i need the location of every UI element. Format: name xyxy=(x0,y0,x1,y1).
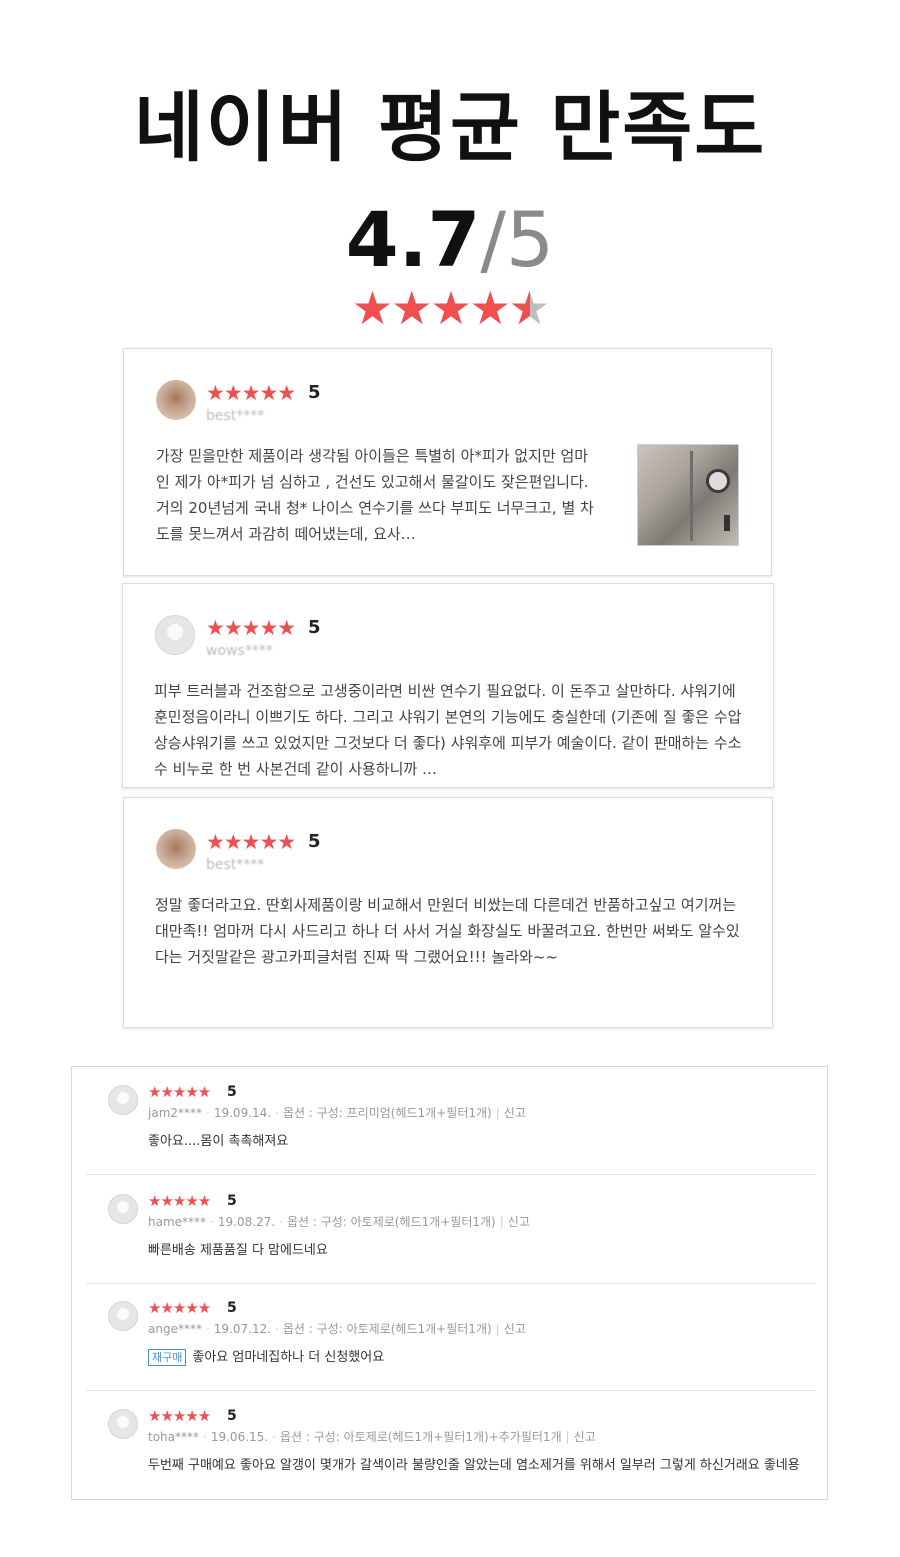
rating-value: 5 xyxy=(308,831,321,852)
star-rating-icon: ★★★★★ xyxy=(148,1083,211,1101)
score-max: /5 xyxy=(480,195,555,284)
avatar xyxy=(108,1301,138,1331)
review-text: 가장 믿을만한 제품이라 생각됨 아이들은 특별히 아*피가 없지만 엄마인 제… xyxy=(156,447,594,543)
star-rating-icon: ★★★★★ xyxy=(206,381,296,405)
star-rating-icon: ★★★★★ xyxy=(206,616,296,640)
report-link[interactable]: 신고 xyxy=(504,1106,526,1120)
report-link[interactable]: 신고 xyxy=(574,1430,596,1444)
review-text: 정말 좋더라고요. 딴회사제품이랑 비교해서 만원더 비쌌는데 다른데건 반품하… xyxy=(155,896,740,966)
review-text: 빠른배송 제품품질 다 맘에드네요 xyxy=(148,1243,328,1258)
average-star-rating: ★★★★★ xyxy=(0,282,900,334)
avatar xyxy=(108,1085,138,1115)
reviewer-name: best**** xyxy=(206,408,265,424)
page-title: 네이버 평균 만족도 xyxy=(133,83,767,172)
star-rating-icon: ★★★★★ xyxy=(148,1192,211,1210)
review-meta: ange**** · 19.07.12. · 옵션 : 구성: 아토제로(헤드1개+필터… xyxy=(148,1322,526,1336)
review-text: 좋아요....몸이 촉촉해져요 xyxy=(148,1134,289,1149)
star-rating-icon: ★★★★★ xyxy=(148,1407,211,1425)
avatar xyxy=(156,829,196,869)
report-link[interactable]: 신고 xyxy=(504,1322,526,1336)
avatar xyxy=(155,615,195,655)
review-date: 19.07.12. xyxy=(213,1322,272,1336)
review-list: ★★★★★ 5 jam2**** · 19.09.14. · 옵션 : 구성: 프리미엄… xyxy=(71,1066,828,1500)
average-score: 4.7/5 xyxy=(0,192,900,288)
review-text: 피부 트러블과 건조함으로 고생중이라면 비싼 연수기 필요없다. 이 돈주고 … xyxy=(154,682,742,778)
reviewer-name: hame**** xyxy=(148,1215,207,1229)
reviewer-name: best**** xyxy=(206,857,265,873)
avatar xyxy=(108,1409,138,1439)
featured-review-card[interactable]: ★★★★★ 5 best**** 정말 좋더라고요. 딴회사제품이랑 비교해서 … xyxy=(123,797,773,1028)
featured-review-card[interactable]: ★★★★★ 5 wows**** 피부 트러블과 건조함으로 고생중이라면 비싼… xyxy=(122,583,774,788)
half-star-icon: ★ xyxy=(509,282,550,334)
rating-value: 5 xyxy=(308,382,321,403)
reviewer-name: toha**** xyxy=(148,1430,200,1444)
reviewer-name: ange**** xyxy=(148,1322,202,1336)
purchase-option: 옵션 : 구성: 아토제로(헤드1개+필터1개) xyxy=(286,1215,496,1229)
avatar xyxy=(156,380,196,420)
list-item: ★★★★★ 5 toha**** · 19.06.15. · 옵션 : 구성: 아토제로… xyxy=(86,1391,816,1499)
review-meta: hame**** · 19.08.27. · 옵션 : 구성: 아토제로(헤드1개+필터… xyxy=(148,1215,530,1229)
rating-value: 5 xyxy=(308,617,321,638)
rating-value: 5 xyxy=(227,1300,237,1316)
purchase-option: 옵션 : 구성: 아토제로(헤드1개+필터1개)+추가필터1개 xyxy=(279,1430,562,1444)
purchase-option: 옵션 : 구성: 아토제로(헤드1개+필터1개) xyxy=(282,1322,492,1336)
list-item: ★★★★★ 5 ange**** · 19.07.12. · 옵션 : 구성: 아토제로… xyxy=(86,1283,816,1391)
reviewer-name: jam2**** xyxy=(148,1106,203,1120)
review-text: 재구매 좋아요 엄마네집하나 더 신청했어요 xyxy=(148,1349,384,1367)
report-link[interactable]: 신고 xyxy=(508,1215,530,1229)
reviewer-name: wows**** xyxy=(206,643,273,659)
review-meta: toha**** · 19.06.15. · 옵션 : 구성: 아토제로(헤드1개+필터… xyxy=(148,1430,596,1444)
rating-value: 5 xyxy=(227,1193,237,1209)
repurchase-badge: 재구매 xyxy=(148,1349,187,1366)
list-item: ★★★★★ 5 jam2**** · 19.09.14. · 옵션 : 구성: 프리미엄… xyxy=(86,1067,816,1175)
review-photo[interactable] xyxy=(637,444,739,546)
review-date: 19.08.27. xyxy=(217,1215,276,1229)
full-stars-icon: ★★★★ xyxy=(351,281,511,335)
purchase-option: 옵션 : 구성: 프리미엄(헤드1개+필터1개) xyxy=(282,1106,492,1120)
star-rating-icon: ★★★★★ xyxy=(148,1299,211,1317)
review-text: 두번째 구매예요 좋아요 알갱이 몇개가 갈색이라 불량인줄 알았는데 염소제거… xyxy=(148,1458,800,1473)
review-date: 19.06.15. xyxy=(210,1430,269,1444)
list-item: ★★★★★ 5 hame**** · 19.08.27. · 옵션 : 구성: 아토제로… xyxy=(86,1176,816,1284)
score-value: 4.7 xyxy=(345,195,481,284)
featured-review-card[interactable]: ★★★★★ 5 best**** 가장 믿을만한 제품이라 생각됨 아이들은 특… xyxy=(123,348,772,576)
avatar xyxy=(108,1194,138,1224)
review-date: 19.09.14. xyxy=(213,1106,272,1120)
review-meta: jam2**** · 19.09.14. · 옵션 : 구성: 프리미엄(헤드1개+필터… xyxy=(148,1106,526,1120)
rating-value: 5 xyxy=(227,1408,237,1424)
rating-value: 5 xyxy=(227,1084,237,1100)
star-rating-icon: ★★★★★ xyxy=(206,830,296,854)
